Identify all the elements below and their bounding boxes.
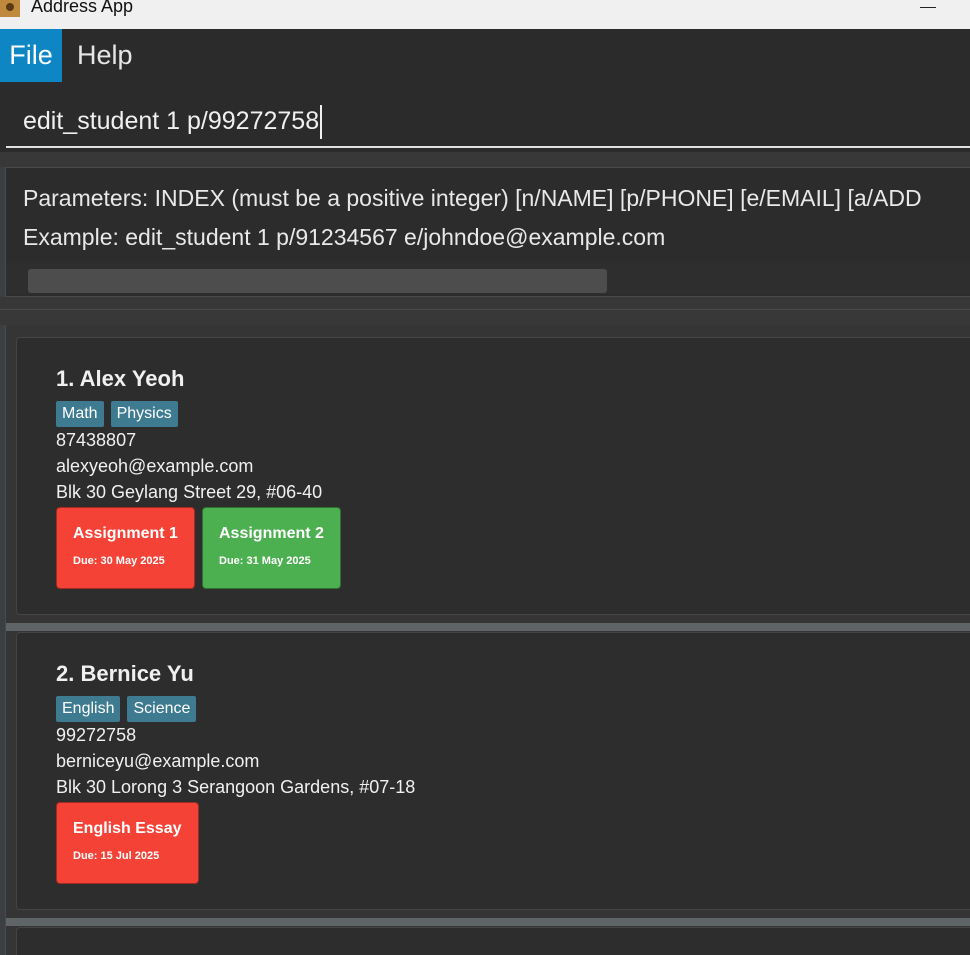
menu-bar: File Help (0, 29, 970, 82)
command-box: edit_student 1 p/99272758 (0, 82, 970, 152)
divider (0, 152, 970, 167)
result-parameters-line: Parameters: INDEX (must be a positive in… (23, 185, 922, 211)
student-name: 1. Alex Yeoh (56, 366, 185, 391)
assignment-due: Due: 15 Jul 2025 (73, 850, 160, 862)
menu-file[interactable]: File (0, 29, 62, 82)
assignment-card[interactable]: Assignment 2 Due: 31 May 2025 (202, 507, 341, 589)
horizontal-scrollbar[interactable] (6, 263, 970, 294)
result-example-line: Example: edit_student 1 p/91234567 e/joh… (23, 224, 666, 250)
assignment-card[interactable]: English Essay Due: 15 Jul 2025 (56, 802, 199, 884)
tag-list: Math Physics (56, 401, 185, 427)
assignment-title: Assignment 1 (73, 525, 178, 542)
student-email: alexyeoh@example.com (56, 456, 254, 476)
command-input-text: edit_student 1 p/99272758 (23, 107, 320, 135)
list-separator (6, 623, 970, 631)
student-card[interactable] (16, 927, 970, 955)
assignment-due: Due: 31 May 2025 (219, 555, 311, 567)
menu-help[interactable]: Help (77, 29, 133, 82)
result-display: Parameters: INDEX (must be a positive in… (5, 167, 970, 297)
assignment-card[interactable]: Assignment 1 Due: 30 May 2025 (56, 507, 195, 589)
scrollbar-thumb[interactable] (28, 269, 607, 293)
list-separator (6, 918, 970, 926)
tag: English (56, 696, 121, 722)
assignment-title: English Essay (73, 820, 182, 837)
tag-list: English Science (56, 696, 203, 722)
student-name: 2. Bernice Yu (56, 661, 194, 686)
divider (0, 297, 970, 325)
student-address: Blk 30 Geylang Street 29, #06-40 (56, 482, 323, 502)
student-card[interactable]: 1. Alex Yeoh Math Physics 87438807 alexye… (16, 337, 970, 615)
tag: Science (127, 696, 197, 722)
app-icon (0, 0, 20, 17)
student-address: Blk 30 Lorong 3 Serangoon Gardens, #07-1… (56, 777, 416, 797)
student-phone: 99272758 (56, 725, 137, 745)
student-list[interactable]: 1. Alex Yeoh Math Physics 87438807 alexye… (5, 325, 970, 955)
student-email: berniceyu@example.com (56, 751, 260, 771)
tag: Math (56, 401, 104, 427)
window-title-bar: Address App (0, 0, 970, 29)
tag: Physics (110, 401, 178, 427)
assignment-due: Due: 30 May 2025 (73, 555, 165, 567)
window-title: Address App (31, 0, 134, 16)
student-phone: 87438807 (56, 430, 137, 450)
command-input[interactable]: edit_student 1 p/99272758 (6, 96, 970, 148)
text-caret (320, 105, 323, 140)
assignment-title: Assignment 2 (219, 525, 324, 542)
minimize-icon[interactable] (920, 0, 936, 9)
student-card[interactable]: 2. Bernice Yu English Science 99272758 be… (16, 632, 970, 910)
